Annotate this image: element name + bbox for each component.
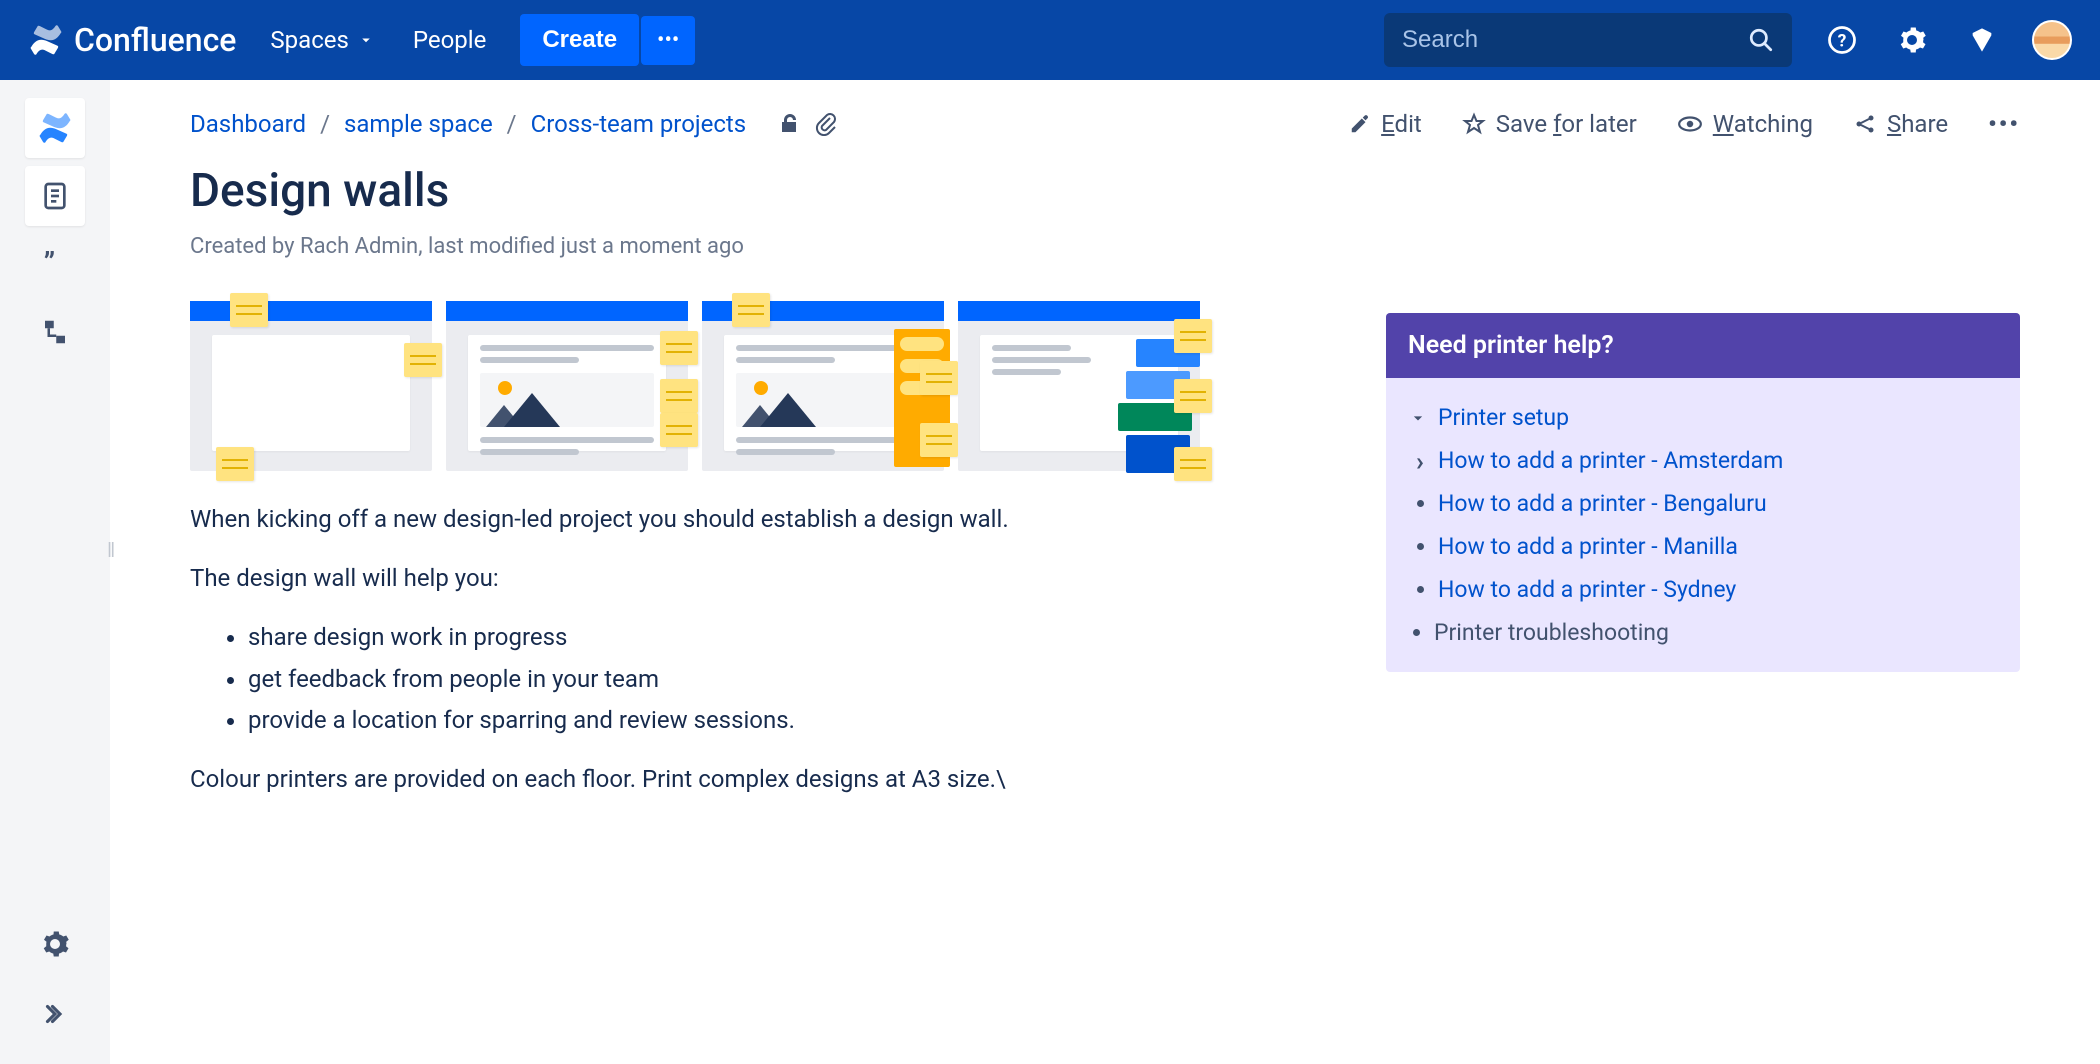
eye-icon bbox=[1677, 111, 1703, 137]
top-navigation: Confluence Spaces People Create ••• ? bbox=[0, 0, 2100, 80]
svg-text:”: ” bbox=[44, 247, 56, 280]
page-body: When kicking off a new design-led projec… bbox=[190, 501, 1350, 798]
paragraph: When kicking off a new design-led projec… bbox=[190, 501, 1350, 538]
help-button[interactable]: ? bbox=[1822, 20, 1862, 60]
sidebar-collapse-handle[interactable]: ‖ bbox=[107, 538, 115, 566]
user-avatar[interactable] bbox=[2032, 20, 2072, 60]
watching-label: Watching bbox=[1713, 110, 1813, 138]
sidebar-space-logo[interactable] bbox=[25, 98, 85, 158]
restrictions-icon[interactable] bbox=[778, 112, 802, 136]
save-label: Save for later bbox=[1496, 110, 1637, 138]
sidebar-expand[interactable] bbox=[25, 984, 85, 1044]
tree-node[interactable]: How to add a printer - Amsterdam bbox=[1438, 439, 1998, 482]
list-item: get feedback from people in your team bbox=[248, 661, 1350, 698]
help-icon: ? bbox=[1827, 25, 1857, 55]
more-actions[interactable]: ••• bbox=[1988, 110, 2020, 138]
panel-body: Printer setup How to add a printer - Ams… bbox=[1386, 378, 2020, 672]
app-name: Confluence bbox=[74, 21, 236, 59]
tree-link[interactable]: How to add a printer - Amsterdam bbox=[1438, 447, 1783, 474]
tree-link[interactable]: How to add a printer - Manilla bbox=[1438, 533, 1738, 560]
sidebar-settings[interactable] bbox=[25, 914, 85, 974]
tree-link[interactable]: Printer setup bbox=[1438, 404, 1569, 431]
page-actions: Edit Save for later Watching Share ••• bbox=[1349, 110, 2020, 138]
help-panel: Need printer help? Printer setup How to … bbox=[1386, 313, 2020, 672]
page-toolbar: Dashboard / sample space / Cross-team pr… bbox=[190, 110, 2020, 138]
hierarchy-icon bbox=[40, 317, 70, 347]
bell-icon bbox=[1968, 26, 1996, 54]
tree-link[interactable]: Printer troubleshooting bbox=[1434, 619, 1669, 646]
illustration-card bbox=[446, 301, 688, 471]
tree-link[interactable]: How to add a printer - Bengaluru bbox=[1438, 490, 1767, 517]
nav-spaces[interactable]: Spaces bbox=[266, 18, 378, 62]
attachment-icon[interactable] bbox=[814, 112, 838, 136]
gear-icon bbox=[40, 929, 70, 959]
pencil-icon bbox=[1349, 113, 1371, 135]
watching-action[interactable]: Watching bbox=[1677, 110, 1813, 138]
svg-text:?: ? bbox=[1838, 31, 1847, 51]
paragraph: Colour printers are provided on each flo… bbox=[190, 761, 1350, 798]
nav-spaces-label: Spaces bbox=[270, 26, 348, 54]
nav-people-label: People bbox=[413, 26, 486, 54]
save-for-later-action[interactable]: Save for later bbox=[1462, 110, 1637, 138]
chevron-down-icon bbox=[1408, 408, 1428, 428]
confluence-logo[interactable]: Confluence bbox=[28, 21, 236, 59]
create-button[interactable]: Create bbox=[520, 14, 639, 66]
tree-node-troubleshooting[interactable]: Printer troubleshooting bbox=[1434, 611, 1998, 646]
page-title: Design walls bbox=[190, 164, 2020, 218]
gear-icon bbox=[1897, 25, 1927, 55]
breadcrumbs: Dashboard / sample space / Cross-team pr… bbox=[190, 110, 838, 138]
star-icon bbox=[1462, 112, 1486, 136]
illustration-card bbox=[958, 301, 1200, 471]
bullet-list: share design work in progress get feedba… bbox=[248, 619, 1350, 739]
tree-link[interactable]: How to add a printer - Sydney bbox=[1438, 576, 1736, 603]
share-icon bbox=[1853, 112, 1877, 136]
list-item: provide a location for sparring and revi… bbox=[248, 702, 1350, 739]
edit-action[interactable]: Edit bbox=[1349, 110, 1422, 138]
share-label: Share bbox=[1887, 110, 1948, 138]
illustration-card bbox=[702, 301, 944, 471]
search-box[interactable] bbox=[1384, 13, 1792, 67]
expand-icon bbox=[40, 999, 70, 1029]
page-icon bbox=[39, 180, 71, 212]
confluence-icon bbox=[28, 22, 64, 58]
breadcrumb-dashboard[interactable]: Dashboard bbox=[190, 110, 306, 138]
breadcrumb-space[interactable]: sample space bbox=[344, 110, 493, 138]
nav-people[interactable]: People bbox=[409, 18, 490, 62]
tree-node[interactable]: How to add a printer - Bengaluru bbox=[1438, 482, 1998, 525]
notifications-button[interactable] bbox=[1962, 20, 2002, 60]
search-input[interactable] bbox=[1402, 26, 1748, 54]
left-sidebar: ” ‖ bbox=[0, 80, 110, 1064]
share-action[interactable]: Share bbox=[1853, 110, 1948, 138]
breadcrumb-parent[interactable]: Cross-team projects bbox=[531, 110, 747, 138]
sidebar-pages[interactable] bbox=[25, 166, 85, 226]
tree-node[interactable]: How to add a printer - Manilla bbox=[1438, 525, 1998, 568]
tree-node-printer-setup[interactable]: Printer setup bbox=[1408, 396, 1998, 439]
paragraph: The design wall will help you: bbox=[190, 560, 1350, 597]
illustration-card bbox=[190, 301, 432, 471]
settings-button[interactable] bbox=[1892, 20, 1932, 60]
edit-label: Edit bbox=[1381, 110, 1422, 138]
breadcrumb-separator: / bbox=[507, 110, 517, 138]
tree-node[interactable]: How to add a printer - Sydney bbox=[1438, 568, 1998, 611]
nav-more-button[interactable]: ••• bbox=[641, 16, 695, 65]
confluence-icon bbox=[37, 110, 73, 146]
panel-title: Need printer help? bbox=[1386, 313, 2020, 378]
search-icon bbox=[1748, 27, 1774, 53]
quote-icon: ” bbox=[38, 247, 72, 281]
sidebar-blog[interactable]: ” bbox=[25, 234, 85, 294]
chevron-down-icon bbox=[357, 31, 375, 49]
breadcrumb-separator: / bbox=[320, 110, 330, 138]
sidebar-tree[interactable] bbox=[25, 302, 85, 362]
page-byline: Created by Rach Admin, last modified jus… bbox=[190, 234, 2020, 259]
list-item: share design work in progress bbox=[248, 619, 1350, 656]
